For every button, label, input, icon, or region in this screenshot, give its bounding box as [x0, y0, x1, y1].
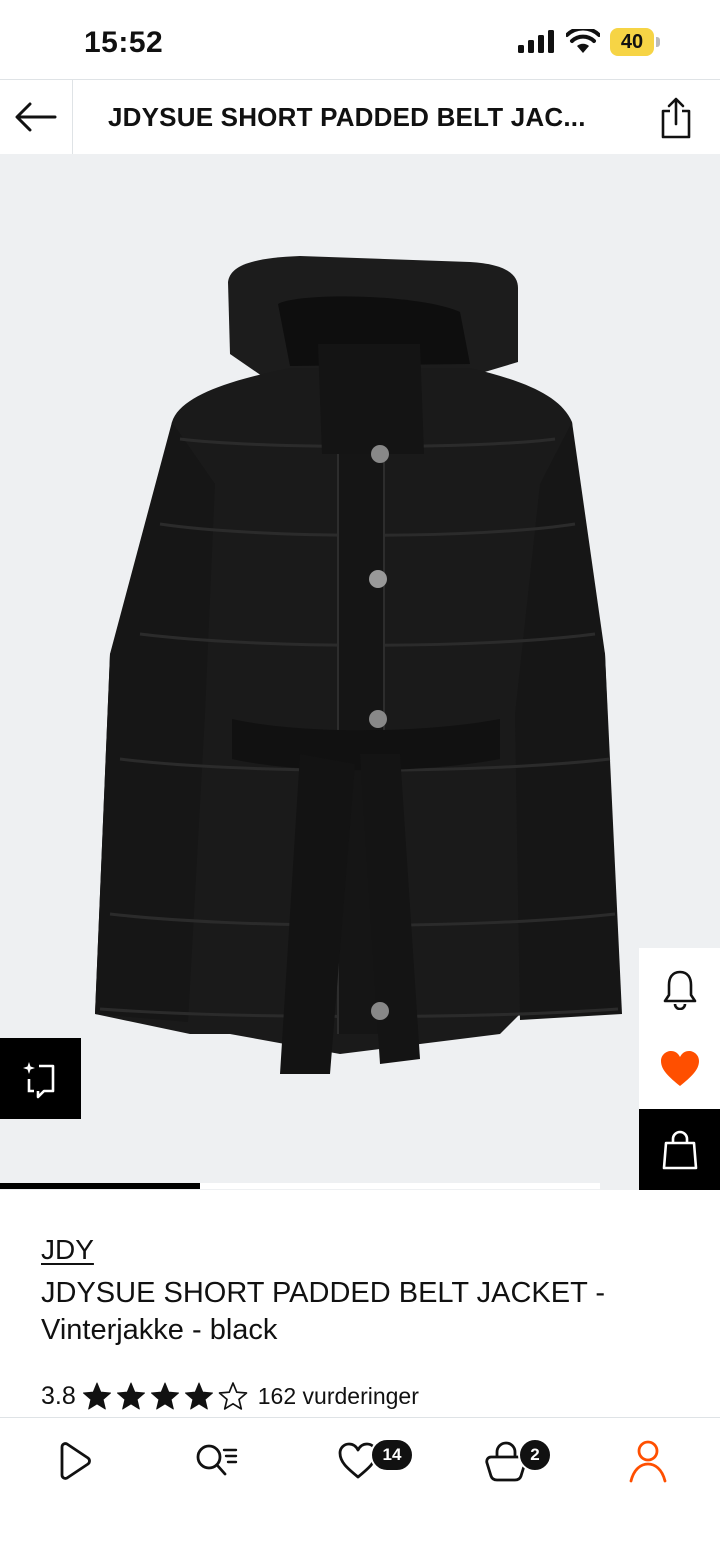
sparkle-crop-icon: [22, 1061, 54, 1098]
bell-icon: [663, 970, 696, 1010]
search-icon: [196, 1444, 238, 1476]
back-button[interactable]: [0, 80, 73, 154]
share-icon: [661, 97, 691, 139]
rating-stars: [82, 1382, 252, 1410]
status-bar: 15:52 40: [0, 0, 720, 80]
shopping-bag-icon: [662, 1130, 697, 1169]
product-header: JDYSUE SHORT PADDED BELT JAC...: [0, 79, 720, 155]
nav-wishlist[interactable]: 14: [328, 1436, 414, 1486]
star-filled-icon: [82, 1382, 111, 1410]
nav-home[interactable]: [44, 1436, 104, 1486]
brand-link[interactable]: JDY: [41, 1234, 94, 1266]
profile-icon: [629, 1440, 667, 1483]
product-image-jacket: [95, 256, 622, 1074]
rating-count: 162 vurderinger: [257, 1382, 419, 1409]
star-filled-icon: [116, 1382, 145, 1410]
wifi-icon: [566, 29, 600, 53]
nav-profile[interactable]: [618, 1436, 678, 1486]
wishlist-count-badge: 14: [370, 1438, 414, 1472]
find-similar-button[interactable]: [0, 1038, 81, 1119]
wishlist-toggle-button[interactable]: [639, 1029, 720, 1109]
nav-search[interactable]: [186, 1436, 246, 1486]
star-filled-icon: [184, 1382, 213, 1410]
cellular-signal-icon: [518, 30, 554, 53]
rating-row[interactable]: 3.8 162 vurderinger: [41, 1378, 419, 1414]
battery-cap: [656, 37, 660, 47]
rating-value: 3.8: [41, 1381, 76, 1410]
heart-filled-icon: [660, 1051, 699, 1086]
nav-bag[interactable]: 2: [476, 1436, 552, 1486]
bag-count-badge: 2: [518, 1438, 552, 1472]
star-outline-icon: [218, 1382, 248, 1410]
status-time: 15:52: [84, 26, 164, 59]
arrow-left-icon: [15, 102, 57, 132]
add-to-bag-button[interactable]: [639, 1109, 720, 1190]
battery-indicator: 40: [610, 28, 654, 56]
notify-button[interactable]: [639, 948, 720, 1029]
bottom-navigation: 14 2: [0, 1417, 720, 1559]
gallery-progress-fill: [0, 1183, 200, 1189]
header-title: JDYSUE SHORT PADDED BELT JAC...: [108, 102, 586, 132]
product-title: JDYSUE SHORT PADDED BELT JACKET - Vinter…: [41, 1277, 606, 1346]
star-filled-icon: [150, 1382, 179, 1410]
home-play-icon: [60, 1442, 91, 1480]
share-button[interactable]: [652, 94, 700, 142]
product-image-gallery[interactable]: [0, 154, 720, 1190]
